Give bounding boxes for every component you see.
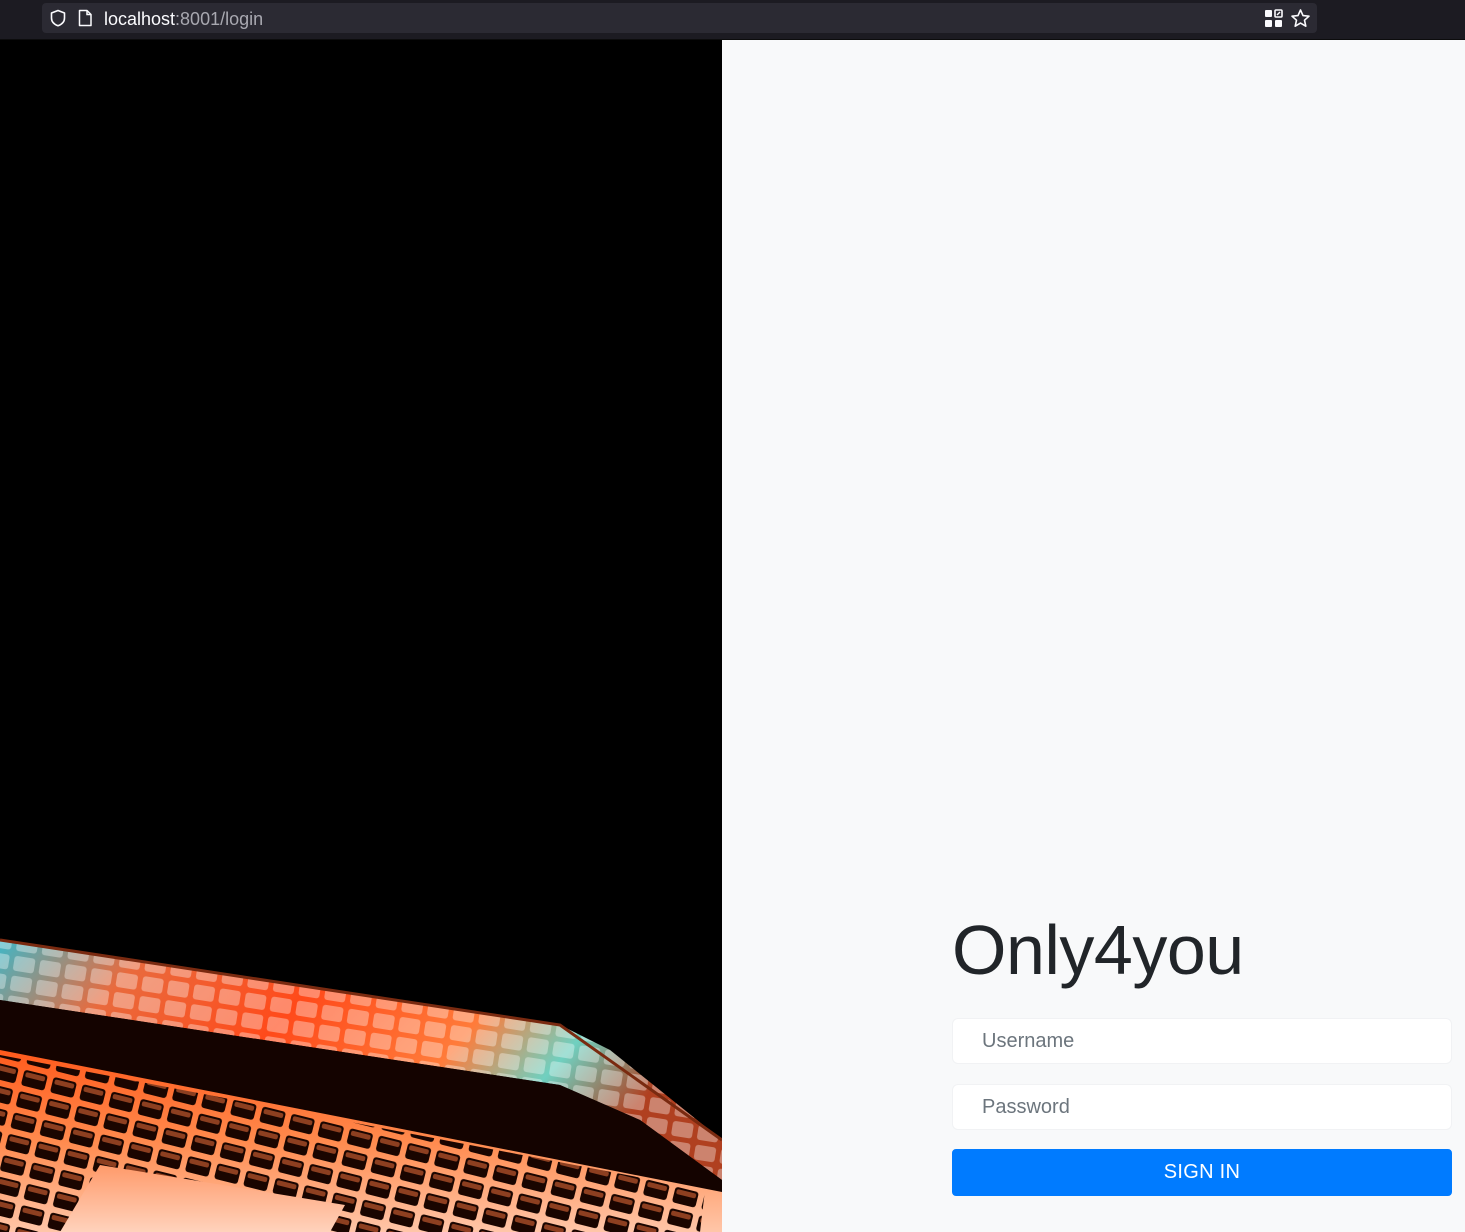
url-path: :8001/login [175, 9, 264, 29]
page-icon [78, 9, 92, 27]
browser-toolbar: localhost:8001/login [0, 0, 1465, 40]
username-input[interactable] [952, 1018, 1452, 1064]
qr-code-icon[interactable] [1264, 9, 1283, 28]
brand-title: Only4you [952, 911, 1244, 989]
shield-icon[interactable] [49, 9, 67, 27]
sign-in-button[interactable]: SIGN IN [952, 1149, 1452, 1196]
address-bar[interactable]: localhost:8001/login [42, 3, 1317, 33]
login-panel: Only4you SIGN IN [722, 40, 1465, 1232]
url-host: localhost [104, 9, 176, 29]
bookmark-star-icon[interactable] [1290, 8, 1311, 29]
hero-laptop-image [0, 40, 722, 1232]
url-text[interactable]: localhost:8001/login [104, 9, 263, 29]
laptop-illustration [0, 938, 722, 1232]
password-input[interactable] [952, 1084, 1452, 1130]
